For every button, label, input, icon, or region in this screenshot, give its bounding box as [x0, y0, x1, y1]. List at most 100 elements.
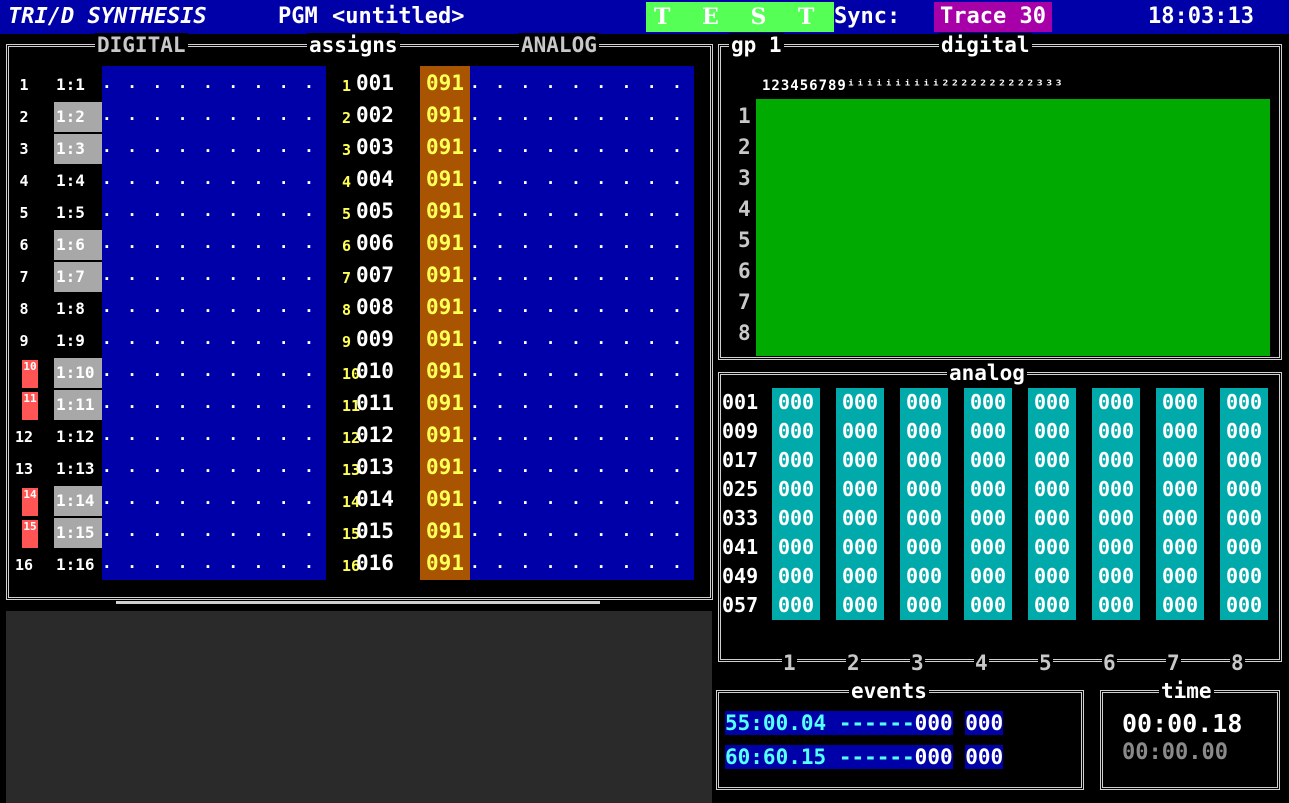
group-label[interactable]: gp 1 — [729, 33, 784, 57]
analog-cell[interactable]: 000 — [772, 417, 820, 446]
analog-cell[interactable]: 000 — [964, 388, 1012, 417]
channel-label[interactable]: 1:10 — [54, 358, 102, 388]
analog-value[interactable]: 091 — [420, 98, 470, 132]
analog-cell[interactable]: 000 — [1028, 533, 1076, 562]
assign-number[interactable]: 006 — [356, 228, 394, 258]
analog-cell[interactable]: 000 — [1092, 562, 1140, 591]
digital-dots-field[interactable]: . . . . . . . . . . . . . . . — [102, 226, 326, 260]
analog-dots-field[interactable]: . . . . . . . . . . . . . . . — [470, 162, 694, 196]
analog-value[interactable]: 091 — [420, 386, 470, 420]
analog-dots-field[interactable]: . . . . . . . . . . . . . . . — [470, 450, 694, 484]
analog-cell[interactable]: 000 — [1092, 591, 1140, 620]
analog-cell[interactable]: 000 — [1028, 388, 1076, 417]
analog-cell[interactable]: 000 — [900, 417, 948, 446]
channel-row[interactable]: 101:10. . . . . . . . . . . . . . .10010… — [0, 354, 700, 388]
assign-number[interactable]: 016 — [356, 548, 394, 578]
analog-value[interactable]: 091 — [420, 514, 470, 548]
analog-cell[interactable]: 000 — [900, 533, 948, 562]
analog-value[interactable]: 091 — [420, 194, 470, 228]
digital-dots-field[interactable]: . . . . . . . . . . . . . . . — [102, 322, 326, 356]
digital-dots-field[interactable]: . . . . . . . . . . . . . . . — [102, 354, 326, 388]
analog-cell[interactable]: 000 — [1028, 591, 1076, 620]
event-row[interactable]: 55:00.04 ------000 000 — [725, 706, 1077, 740]
analog-cell[interactable]: 000 — [964, 475, 1012, 504]
analog-cell[interactable]: 000 — [1156, 591, 1204, 620]
analog-cell[interactable]: 000 — [1220, 417, 1268, 446]
channel-label[interactable]: 1:12 — [54, 422, 102, 452]
digital-dots-field[interactable]: . . . . . . . . . . . . . . . — [102, 514, 326, 548]
assign-number[interactable]: 002 — [356, 100, 394, 130]
analog-cell[interactable]: 000 — [1220, 533, 1268, 562]
channel-label[interactable]: 1:14 — [54, 486, 102, 516]
analog-value[interactable]: 091 — [420, 66, 470, 100]
analog-cell[interactable]: 000 — [1092, 504, 1140, 533]
digital-dots-field[interactable]: . . . . . . . . . . . . . . . — [102, 450, 326, 484]
channel-label[interactable]: 1:16 — [54, 550, 102, 580]
analog-cell[interactable]: 000 — [1028, 504, 1076, 533]
digital-dots-field[interactable]: . . . . . . . . . . . . . . . — [102, 66, 326, 100]
channel-row[interactable]: 41:4. . . . . . . . . . . . . . .4004091… — [0, 162, 700, 196]
channel-row[interactable]: 21:2. . . . . . . . . . . . . . .2002091… — [0, 98, 700, 132]
assign-number[interactable]: 001 — [356, 68, 394, 98]
analog-cell[interactable]: 000 — [836, 562, 884, 591]
assign-number[interactable]: 008 — [356, 292, 394, 322]
analog-dots-field[interactable]: . . . . . . . . . . . . . . . — [470, 290, 694, 324]
analog-value[interactable]: 091 — [420, 450, 470, 484]
analog-cell[interactable]: 000 — [900, 446, 948, 475]
channel-row[interactable]: 71:7. . . . . . . . . . . . . . .7007091… — [0, 258, 700, 292]
digital-grid[interactable] — [756, 99, 1270, 356]
assign-number[interactable]: 015 — [356, 516, 394, 546]
analog-dots-field[interactable]: . . . . . . . . . . . . . . . — [470, 386, 694, 420]
analog-cell[interactable]: 000 — [900, 504, 948, 533]
analog-cell[interactable]: 000 — [1156, 446, 1204, 475]
assign-number[interactable]: 009 — [356, 324, 394, 354]
analog-value[interactable]: 091 — [420, 418, 470, 452]
analog-cell[interactable]: 000 — [1028, 417, 1076, 446]
channel-row[interactable]: 91:9. . . . . . . . . . . . . . .9009091… — [0, 322, 700, 356]
analog-cell[interactable]: 000 — [900, 475, 948, 504]
channel-row[interactable]: 11:1. . . . . . . . . . . . . . .1001091… — [0, 66, 700, 100]
analog-cell[interactable]: 000 — [1156, 475, 1204, 504]
channel-label[interactable]: 1:5 — [54, 198, 102, 228]
analog-cell[interactable]: 000 — [900, 591, 948, 620]
analog-cell[interactable]: 000 — [1220, 591, 1268, 620]
analog-dots-field[interactable]: . . . . . . . . . . . . . . . — [470, 482, 694, 516]
assign-number[interactable]: 013 — [356, 452, 394, 482]
analog-dots-field[interactable]: . . . . . . . . . . . . . . . — [470, 226, 694, 260]
digital-dots-field[interactable]: . . . . . . . . . . . . . . . — [102, 418, 326, 452]
digital-dots-field[interactable]: . . . . . . . . . . . . . . . — [102, 386, 326, 420]
digital-dots-field[interactable]: . . . . . . . . . . . . . . . — [102, 290, 326, 324]
assign-number[interactable]: 014 — [356, 484, 394, 514]
digital-dots-field[interactable]: . . . . . . . . . . . . . . . — [102, 258, 326, 292]
analog-cell[interactable]: 000 — [1156, 533, 1204, 562]
analog-value[interactable]: 091 — [420, 162, 470, 196]
test-mode-badge[interactable]: T E S T — [646, 2, 835, 32]
analog-cell[interactable]: 000 — [964, 533, 1012, 562]
channel-row[interactable]: 131:13. . . . . . . . . . . . . . .13013… — [0, 450, 700, 484]
digital-dots-field[interactable]: . . . . . . . . . . . . . . . — [102, 546, 326, 580]
analog-cell[interactable]: 000 — [964, 446, 1012, 475]
channel-row[interactable]: 141:14. . . . . . . . . . . . . . .14014… — [0, 482, 700, 516]
analog-cell[interactable]: 000 — [772, 533, 820, 562]
analog-cell[interactable]: 000 — [900, 562, 948, 591]
channel-row[interactable]: 151:15. . . . . . . . . . . . . . .15015… — [0, 514, 700, 548]
channel-label[interactable]: 1:3 — [54, 134, 102, 164]
analog-cell[interactable]: 000 — [1156, 417, 1204, 446]
analog-cell[interactable]: 000 — [1220, 504, 1268, 533]
assign-number[interactable]: 012 — [356, 420, 394, 450]
digital-dots-field[interactable]: . . . . . . . . . . . . . . . — [102, 98, 326, 132]
analog-value[interactable]: 091 — [420, 482, 470, 516]
analog-dots-field[interactable]: . . . . . . . . . . . . . . . — [470, 514, 694, 548]
channel-row[interactable]: 121:12. . . . . . . . . . . . . . .12012… — [0, 418, 700, 452]
analog-cell[interactable]: 000 — [1156, 562, 1204, 591]
analog-cell[interactable]: 000 — [1092, 446, 1140, 475]
analog-cell[interactable]: 000 — [1092, 388, 1140, 417]
analog-cell[interactable]: 000 — [1028, 562, 1076, 591]
digital-dots-field[interactable]: . . . . . . . . . . . . . . . — [102, 130, 326, 164]
analog-cell[interactable]: 000 — [836, 504, 884, 533]
analog-cell[interactable]: 000 — [836, 388, 884, 417]
analog-cell[interactable]: 000 — [1156, 388, 1204, 417]
analog-dots-field[interactable]: . . . . . . . . . . . . . . . — [470, 98, 694, 132]
assign-number[interactable]: 011 — [356, 388, 394, 418]
analog-cell[interactable]: 000 — [836, 417, 884, 446]
